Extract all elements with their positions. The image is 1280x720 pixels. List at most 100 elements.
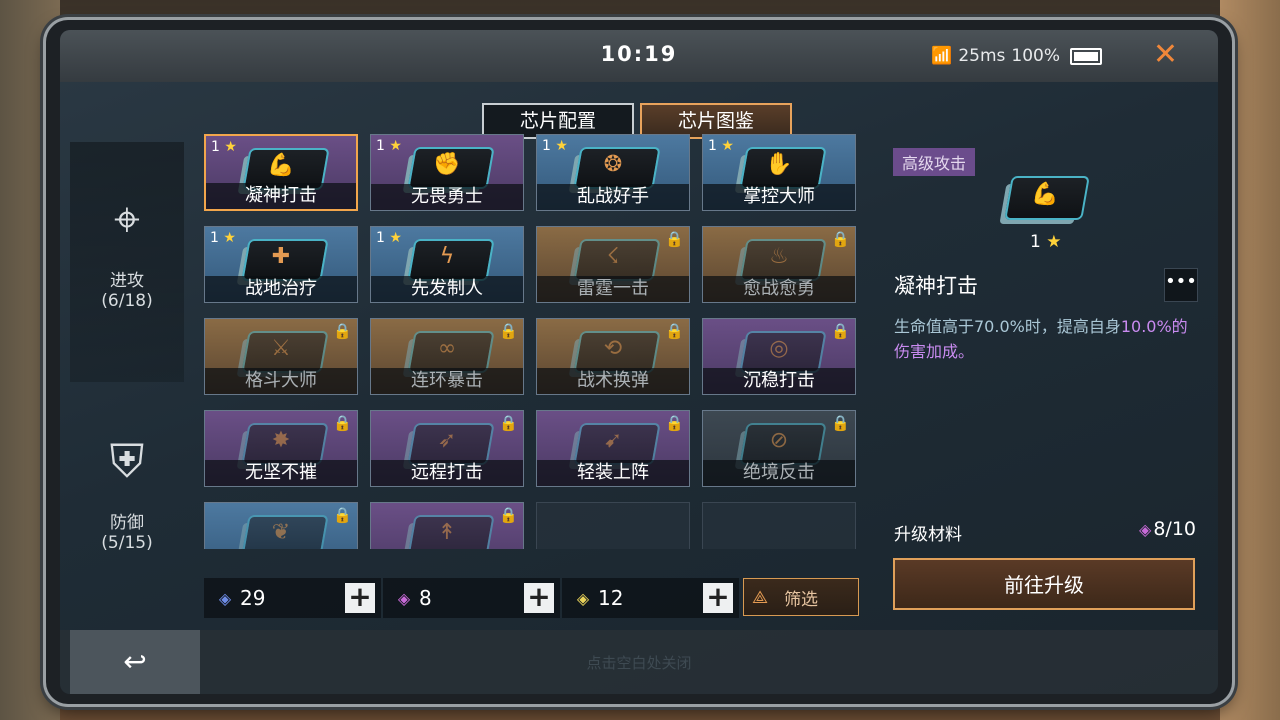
chip-slot-empty	[702, 502, 856, 549]
gold-chip-icon: ◈	[576, 588, 590, 608]
battery-text: 100%	[1011, 46, 1060, 66]
lock-icon: 🔒	[499, 414, 518, 432]
star-icon: ★	[716, 138, 734, 154]
chip-card[interactable]: ➹ 🔒 轻装上阵	[536, 410, 690, 487]
star-icon: ★	[550, 138, 568, 154]
chip-card[interactable]: ✋ 1 ★ 掌控大师	[702, 134, 856, 211]
star-icon: ★	[219, 139, 237, 155]
lock-icon: 🔒	[499, 506, 518, 524]
chip-slot-empty	[536, 502, 690, 549]
lock-icon: 🔒	[333, 322, 352, 340]
material-label: 升级材料	[894, 525, 962, 545]
chip-star-count: 1	[210, 230, 219, 246]
lock-icon: 🔒	[665, 322, 684, 340]
chip-name: 愈战愈勇	[703, 276, 855, 302]
chip-card[interactable]: ◎ 🔒 沉稳打击	[702, 318, 856, 395]
chip-star-count: 1	[211, 139, 220, 155]
lock-icon: 🔒	[831, 414, 850, 432]
chip-card[interactable]: ❦ 🔒	[204, 502, 358, 549]
lock-icon: 🔒	[831, 230, 850, 248]
chip-card[interactable]: ✚ 1 ★ 战地治疗	[204, 226, 358, 303]
chip-card[interactable]: ⊘ 🔒 绝境反击	[702, 410, 856, 487]
chip-card[interactable]: ♨ 🔒 愈战愈勇	[702, 226, 856, 303]
chip-name: 乱战好手	[537, 184, 689, 210]
resource-gold: ◈ 12 +	[562, 578, 739, 618]
chip-card[interactable]: ↟ 🔒	[370, 502, 524, 549]
blue-chip-icon: ◈	[218, 588, 232, 608]
chip-star-rating: 1 ★	[376, 138, 402, 154]
chip-star-rating: 1 ★	[542, 138, 568, 154]
close-icon[interactable]: ✕	[1153, 40, 1178, 70]
chip-description: 生命值高于70.0%时，提高自身10.0%的伤害加成。	[894, 314, 1194, 364]
chip-card[interactable]: ❂ 1 ★ 乱战好手	[536, 134, 690, 211]
upgrade-button[interactable]: 前往升级	[893, 558, 1195, 610]
bottom-bar: ↩ 点击空白处关闭	[60, 630, 1218, 694]
chip-star-rating: 1 ★	[376, 230, 402, 246]
chip-card[interactable]: ✸ 🔒 无坚不摧	[204, 410, 358, 487]
wifi-icon: 📶	[931, 46, 953, 66]
resource-gold-value: 12	[598, 586, 624, 610]
chip-card[interactable]: ϟ 1 ★ 先发制人	[370, 226, 524, 303]
resource-blue-value: 29	[240, 586, 266, 610]
filter-label: 筛选	[784, 589, 819, 610]
more-options-button[interactable]: •••	[1164, 268, 1198, 302]
status-indicators: 📶 25ms 100%	[931, 46, 1102, 66]
add-gold-button[interactable]: +	[703, 583, 733, 613]
category-defense-label: 防御	[110, 513, 144, 533]
chip-detail-panel: 高级攻击 💪 1 ★ 凝神打击 ••• 生命值高于70.0%时，提高自身10.0…	[880, 134, 1198, 634]
chip-name: 先发制人	[371, 276, 523, 302]
chip-name: 凝神打击	[206, 183, 356, 209]
add-blue-button[interactable]: +	[345, 583, 375, 613]
chip-star-rating: 1 ★	[210, 230, 236, 246]
add-purple-button[interactable]: +	[524, 583, 554, 613]
chip-name: 远程打击	[371, 460, 523, 486]
chip-grid: 💪 1 ★ 凝神打击 ✊ 1 ★ 无畏勇士 ❂ 1 ★ 乱战好手 ✋ 1 ★ 掌控大师 ✚ 1 ★ 战地治疗…	[204, 134, 860, 549]
category-attack[interactable]: ⌖ 进攻 (6/18)	[70, 142, 184, 382]
category-sidebar: ⌖ 进攻 (6/18) ⛨ 防御 (5/15)	[70, 142, 184, 578]
shield-icon: ⛨	[109, 434, 145, 488]
chip-name: 格斗大师	[205, 368, 357, 394]
chip-category-tag: 高级攻击	[893, 148, 976, 176]
star-icon: ★	[384, 138, 402, 154]
bolt-icon: ϟ	[439, 244, 455, 269]
chip-star-rating: 1 ★	[708, 138, 734, 154]
tablet-screen: 10:19 📶 25ms 100% ✕ 芯片配置 芯片图鉴 ⌖ 进攻 (6/18…	[60, 30, 1218, 694]
chip-star-count: 1	[542, 138, 551, 154]
chip-star-count: 1	[376, 138, 385, 154]
purple-chip-icon: ◈	[397, 588, 411, 608]
tablet-frame: 10:19 📶 25ms 100% ✕ 芯片配置 芯片图鉴 ⌖ 进攻 (6/18…	[46, 20, 1232, 704]
chip-name: 无坚不摧	[205, 460, 357, 486]
hand-icon: ✋	[765, 152, 793, 177]
chip-name: 战术换弹	[537, 368, 689, 394]
filter-button[interactable]: ⟁ 筛选	[743, 578, 859, 616]
lock-icon: 🔒	[499, 322, 518, 340]
chip-card[interactable]: ∞ 🔒 连环暴击	[370, 318, 524, 395]
chip-name: 沉稳打击	[703, 368, 855, 394]
lock-icon: 🔒	[831, 322, 850, 340]
chip-card[interactable]: ⟲ 🔒 战术换弹	[536, 318, 690, 395]
chip-star-rating: 1 ★	[211, 139, 237, 155]
resource-purple-value: 8	[419, 586, 432, 610]
medkit-icon: ✚	[271, 244, 291, 269]
category-defense-count: (5/15)	[101, 533, 153, 553]
lock-icon: 🔒	[665, 414, 684, 432]
resource-blue: ◈ 29 +	[204, 578, 381, 618]
chip-card[interactable]: 💪 1 ★ 凝神打击	[204, 134, 358, 211]
category-defense[interactable]: ⛨ 防御 (5/15)	[70, 434, 184, 578]
chip-card[interactable]: ☇ 🔒 雷霆一击	[536, 226, 690, 303]
chip-card[interactable]: ➶ 🔒 远程打击	[370, 410, 524, 487]
battery-icon	[1070, 47, 1102, 65]
lock-icon: 🔒	[665, 230, 684, 248]
chip-star-rating: 1 ★	[1030, 232, 1061, 252]
desc-highlight: 10.0%	[1120, 317, 1172, 336]
purple-chip-icon: ◈	[1139, 520, 1152, 539]
bicep-icon: 💪	[267, 153, 295, 178]
close-hint: 点击空白处关闭	[586, 654, 692, 672]
status-bar: 10:19 📶 25ms 100% ✕	[60, 30, 1218, 82]
material-value: 8/10	[1153, 518, 1196, 540]
chip-card[interactable]: ⚔ 🔒 格斗大师	[204, 318, 358, 395]
filter-icon: ⟁	[752, 586, 769, 608]
category-attack-count: (6/18)	[101, 291, 153, 311]
chip-name: 掌控大师	[703, 184, 855, 210]
chip-card[interactable]: ✊ 1 ★ 无畏勇士	[370, 134, 524, 211]
